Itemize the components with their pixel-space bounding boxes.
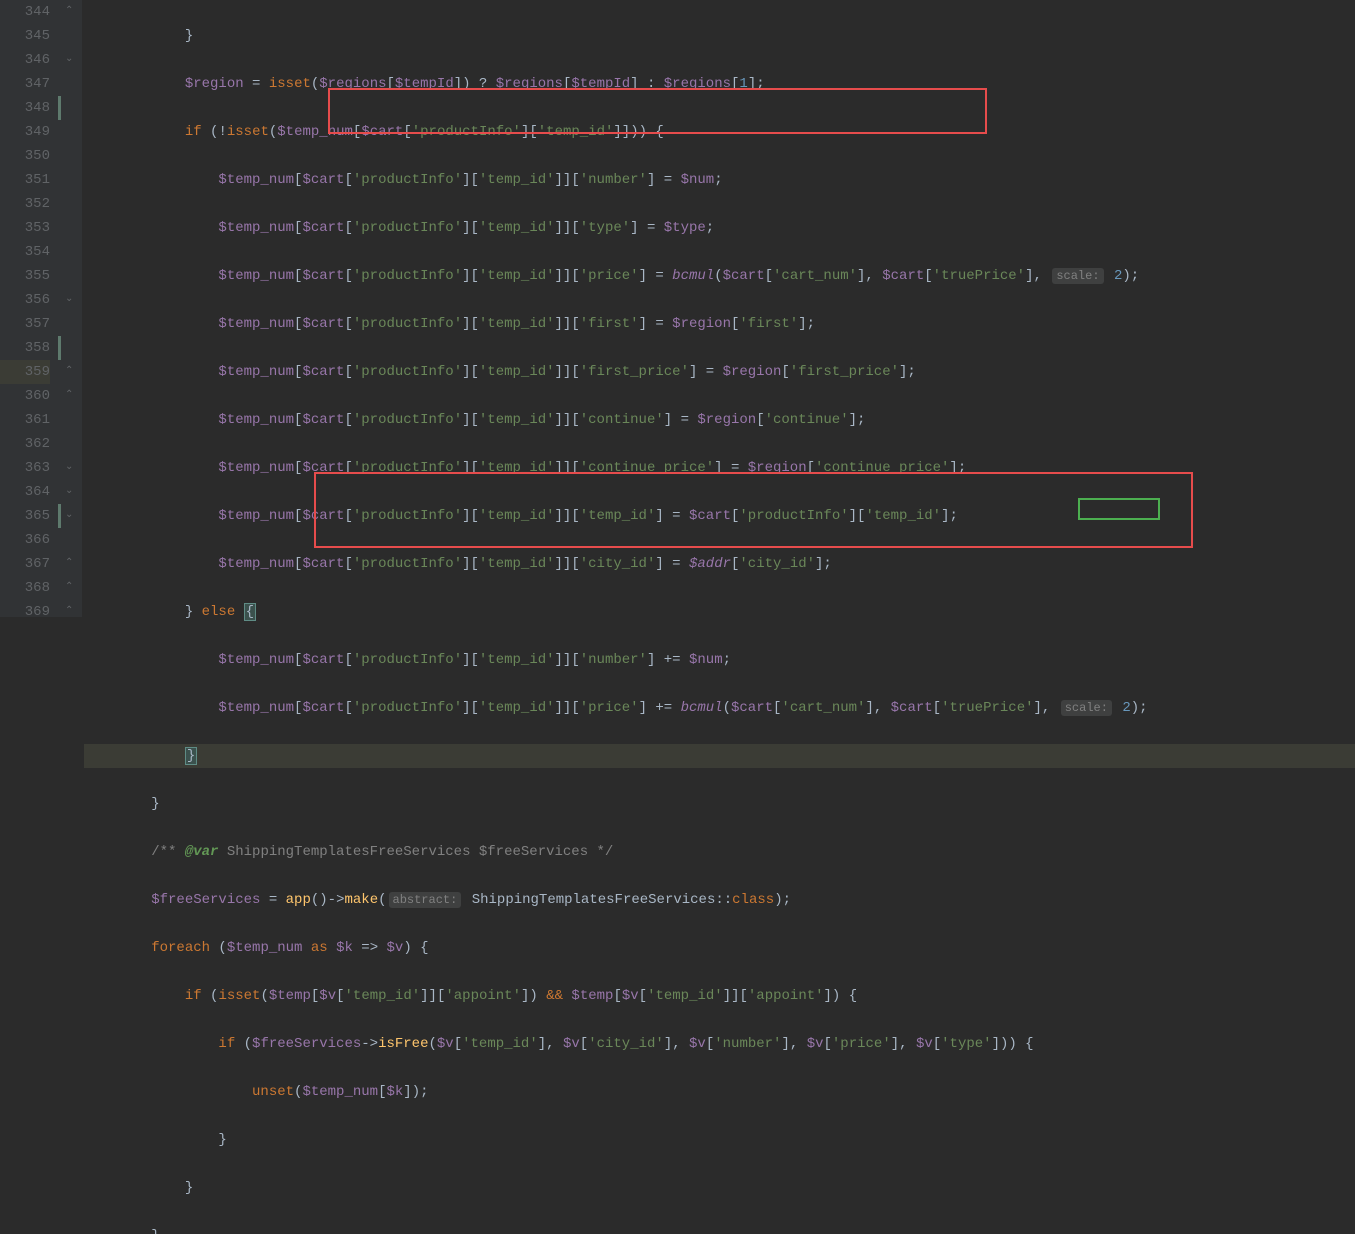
line-num: 361	[0, 408, 50, 432]
code-line: $temp_num[$cart['productInfo']['temp_id'…	[84, 504, 1355, 528]
line-num: 369	[0, 600, 50, 624]
code-line: $temp_num[$cart['productInfo']['temp_id'…	[84, 408, 1355, 432]
line-num: 352	[0, 192, 50, 216]
line-num: 348	[0, 96, 50, 120]
code-line: $temp_num[$cart['productInfo']['temp_id'…	[84, 264, 1355, 288]
line-num: 351	[0, 168, 50, 192]
code-line: $temp_num[$cart['productInfo']['temp_id'…	[84, 312, 1355, 336]
code-line: $temp_num[$cart['productInfo']['temp_id'…	[84, 456, 1355, 480]
fold-icon[interactable]: ⌃	[65, 0, 73, 24]
code-line: $temp_num[$cart['productInfo']['temp_id'…	[84, 216, 1355, 240]
code-line: if (!isset($temp_num[$cart['productInfo'…	[84, 120, 1355, 144]
code-line: $temp_num[$cart['productInfo']['temp_id'…	[84, 696, 1355, 720]
line-num: 344	[0, 0, 50, 24]
brace-match: }	[185, 747, 197, 765]
line-num: 358	[0, 336, 50, 360]
code-line: if (isset($temp[$v['temp_id']]['appoint'…	[84, 984, 1355, 1008]
line-num: 356	[0, 288, 50, 312]
code-line: $temp_num[$cart['productInfo']['temp_id'…	[84, 552, 1355, 576]
code-line: } else {	[84, 600, 1355, 624]
code-line: $temp_num[$cart['productInfo']['temp_id'…	[84, 168, 1355, 192]
line-num: 363	[0, 456, 50, 480]
line-num: 345	[0, 24, 50, 48]
line-num: 346	[0, 48, 50, 72]
fold-icon[interactable]: ⌄	[65, 504, 73, 528]
fold-icon[interactable]: ⌃	[65, 552, 73, 576]
fold-icon[interactable]: ⌃	[65, 576, 73, 600]
line-num: 367	[0, 552, 50, 576]
code-line: }	[84, 1128, 1355, 1152]
code-line: }	[84, 1176, 1355, 1200]
fold-icon[interactable]: ⌃	[65, 600, 73, 624]
param-hint: abstract:	[389, 892, 462, 908]
param-hint: scale:	[1061, 700, 1112, 716]
fold-icon[interactable]: ⌃	[65, 360, 73, 384]
line-num: 347	[0, 72, 50, 96]
code-line: $temp_num[$cart['productInfo']['temp_id'…	[84, 360, 1355, 384]
param-hint: scale:	[1052, 268, 1103, 284]
line-num: 353	[0, 216, 50, 240]
line-num: 355	[0, 264, 50, 288]
code-line: $region = isset($regions[$tempId]) ? $re…	[84, 72, 1355, 96]
line-num: 359	[0, 360, 50, 384]
code-line: }	[84, 1224, 1355, 1234]
line-num: 362	[0, 432, 50, 456]
code-line: }	[84, 744, 1355, 768]
code-line: }	[84, 24, 1355, 48]
fold-icon[interactable]: ⌄	[65, 480, 73, 504]
line-num: 354	[0, 240, 50, 264]
fold-column: ⌃ ⌄ ⌄ ⌃ ⌃ ⌄ ⌄ ⌄ ⌃ ⌃ ⌃	[62, 0, 82, 617]
line-num: 350	[0, 144, 50, 168]
code-line: unset($temp_num[$k]);	[84, 1080, 1355, 1104]
line-num: 349	[0, 120, 50, 144]
code-line: }	[84, 792, 1355, 816]
code-line: /** @var ShippingTemplatesFreeServices $…	[84, 840, 1355, 864]
code-line: $freeServices = app()->make(abstract: Sh…	[84, 888, 1355, 912]
code-content[interactable]: } $region = isset($regions[$tempId]) ? $…	[82, 0, 1355, 617]
modified-indicator	[58, 336, 61, 360]
code-line: foreach ($temp_num as $k => $v) {	[84, 936, 1355, 960]
code-line: if ($freeServices->isFree($v['temp_id'],…	[84, 1032, 1355, 1056]
line-num: 360	[0, 384, 50, 408]
line-num: 366	[0, 528, 50, 552]
line-num: 364	[0, 480, 50, 504]
modified-indicator	[58, 504, 61, 528]
code-editor: 344 345 346 347 348 349 350 351 352 353 …	[0, 0, 1355, 617]
modified-indicator	[58, 96, 61, 120]
line-num: 357	[0, 312, 50, 336]
fold-icon[interactable]: ⌃	[65, 384, 73, 408]
fold-icon[interactable]: ⌄	[65, 288, 73, 312]
line-number-gutter: 344 345 346 347 348 349 350 351 352 353 …	[0, 0, 62, 617]
code-line: $temp_num[$cart['productInfo']['temp_id'…	[84, 648, 1355, 672]
brace-match: {	[244, 603, 256, 621]
fold-icon[interactable]: ⌄	[65, 48, 73, 72]
line-num: 365	[0, 504, 50, 528]
line-num: 368	[0, 576, 50, 600]
fold-icon[interactable]: ⌄	[65, 456, 73, 480]
